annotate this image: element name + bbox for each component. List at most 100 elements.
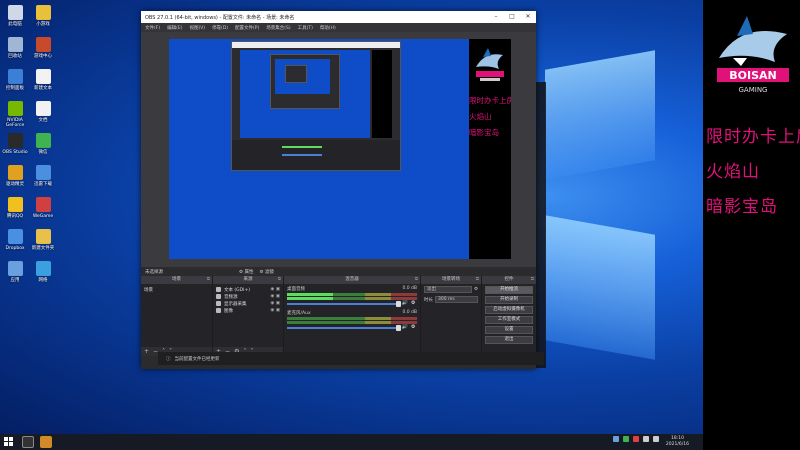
desktop-icon[interactable]: 文档 — [28, 101, 58, 123]
source-item[interactable]: 图像 ◉ ▣ — [216, 307, 280, 314]
desktop-icon[interactable]: 应用 — [0, 261, 30, 283]
pin-icon[interactable]: ⧉ — [278, 276, 281, 284]
menu-item[interactable]: 场景集合(S) — [266, 25, 290, 31]
canvas-text-line: 火焰山 — [469, 112, 492, 121]
promo-line: 暗影宝岛 — [706, 197, 778, 217]
logo-subtext: GAMING — [739, 86, 768, 94]
background-window — [536, 82, 546, 368]
control-button[interactable]: 开始录制 — [485, 296, 533, 304]
visibility-icon[interactable]: ◉ ▣ — [270, 294, 280, 299]
volume-meter — [287, 321, 417, 324]
menu-item[interactable]: 视图(V) — [189, 25, 205, 31]
scenes-title: 场景 — [172, 277, 181, 282]
desktop-icon-label: 迅雷下载 — [34, 182, 52, 187]
tray-icon[interactable] — [633, 436, 639, 442]
desktop-icon[interactable]: Dropbox — [0, 229, 30, 251]
desktop-icon[interactable]: OBS Studio — [0, 133, 30, 155]
text-icon — [216, 287, 221, 292]
app-icon — [35, 165, 51, 180]
start-button[interactable] — [4, 437, 14, 447]
app-icon — [35, 5, 51, 20]
desktop-icon-label: 腾讯QQ — [6, 214, 24, 219]
volume-slider[interactable] — [287, 325, 401, 331]
preview-area[interactable]: 限时办卡上房管 火焰山 暗影宝岛 — [141, 32, 536, 267]
desktop-icon-label: Dropbox — [5, 246, 25, 251]
desktop-icon[interactable]: 网络 — [28, 261, 58, 283]
desktop-icon[interactable]: 新建文件夹 — [28, 229, 58, 251]
visibility-icon[interactable]: ◉ ▣ — [270, 287, 280, 292]
desktop-icon-label: 新建文件夹 — [31, 246, 55, 251]
gear-icon[interactable]: ⚙ — [411, 324, 415, 330]
tray-icon[interactable] — [613, 436, 619, 442]
menu-item[interactable]: 配置文件(P) — [235, 25, 259, 31]
window-titlebar[interactable]: OBS 27.0.1 (64-bit, windows) - 配置文件: 未命名… — [141, 11, 536, 23]
volume-icon[interactable] — [653, 436, 659, 442]
desktop-icon[interactable]: 小游戏 — [28, 5, 58, 27]
sources-title: 来源 — [243, 277, 253, 282]
network-icon[interactable] — [643, 436, 649, 442]
visibility-icon[interactable]: ◉ ▣ — [270, 308, 280, 313]
pin-icon[interactable]: ⧉ — [531, 276, 534, 284]
menu-item[interactable]: 帮助(H) — [320, 25, 336, 31]
gear-icon[interactable]: ⚙ — [411, 300, 415, 306]
app-taskbar-icon[interactable] — [40, 436, 52, 448]
control-button[interactable]: 工作室模式 — [485, 316, 533, 324]
minimize-button[interactable]: – — [488, 11, 504, 23]
preview-canvas[interactable]: 限时办卡上房管 火焰山 暗影宝岛 — [169, 39, 511, 259]
speaker-icon[interactable]: 🔊 — [402, 300, 408, 306]
scene-item[interactable]: 场景 — [144, 286, 209, 293]
desktop-icon-label: 游戏中心 — [34, 54, 52, 59]
desktop-icon[interactable]: 迅雷下载 — [28, 165, 58, 187]
menu-item[interactable]: 工具(T) — [298, 25, 313, 31]
desktop-icon[interactable]: WeGame — [28, 197, 58, 219]
add-icon[interactable]: + — [144, 348, 149, 355]
desktop-icon[interactable]: 腾讯QQ — [0, 197, 30, 219]
duration-input[interactable]: 300 ms — [435, 296, 478, 303]
pin-icon[interactable]: ⧉ — [207, 276, 210, 284]
maximize-button[interactable]: □ — [504, 11, 520, 23]
desktop-icon[interactable]: 此电脑 — [0, 5, 30, 27]
visibility-icon[interactable]: ◉ ▣ — [270, 301, 280, 306]
gear-icon[interactable]: ⚙ — [474, 287, 478, 292]
source-item[interactable]: 显示器采集 ◉ ▣ — [216, 300, 280, 307]
menu-item[interactable]: 文件(F) — [145, 25, 160, 31]
control-button[interactable]: 启动虚拟摄像机 — [485, 306, 533, 314]
desktop-icon[interactable]: NVIDIA GeForce — [0, 101, 30, 128]
desktop-icon-label: OBS Studio — [2, 150, 28, 155]
desktop-icon-label: NVIDIA GeForce — [5, 118, 25, 128]
menu-item[interactable]: 停靠(D) — [212, 25, 228, 31]
desktop-icon[interactable]: 控制面板 — [0, 69, 30, 91]
volume-slider[interactable] — [287, 301, 401, 307]
pin-icon[interactable]: ⧉ — [476, 276, 479, 284]
desktop-icon[interactable]: 微信 — [28, 133, 58, 155]
desktop-icon[interactable]: 回收站 — [0, 37, 30, 59]
desktop-icon[interactable]: 驱动精灵 — [0, 165, 30, 187]
source-item[interactable]: 音频源 ◉ ▣ — [216, 293, 280, 300]
dock-panels: 场景⧉ 场景 +−˄˅ 来源⧉ 文本 (GDI+)◉ ▣音频源◉ ▣显示器采集◉… — [141, 276, 536, 356]
speaker-icon[interactable]: 🔊 — [402, 324, 408, 330]
menu-bar: 文件(F) 编辑(E) 视图(V) 停靠(D) 配置文件(P) 场景集合(S) 工具(T) 帮… — [141, 23, 536, 32]
source-label: 文本 (GDI+) — [224, 287, 250, 293]
channel-name: 麦克风/Aux — [287, 311, 311, 316]
source-item[interactable]: 文本 (GDI+) ◉ ▣ — [216, 286, 280, 293]
desktop-icon[interactable]: 游戏中心 — [28, 37, 58, 59]
transition-select[interactable]: 淡出 — [424, 286, 472, 293]
control-button[interactable]: 设置 — [485, 326, 533, 334]
source-label: 显示器采集 — [224, 301, 247, 307]
tray-icon[interactable] — [623, 436, 629, 442]
control-button[interactable]: 开始推流 — [485, 286, 533, 294]
taskbar: 18:10 2021/6/16 — [0, 434, 703, 450]
app-icon — [35, 37, 51, 52]
control-button[interactable]: 退出 — [485, 336, 533, 344]
mixer-title: 混音器 — [345, 277, 359, 282]
properties-button[interactable]: ⚙ 属性 — [239, 269, 253, 275]
desktop-icon[interactable]: 新建文本 — [28, 69, 58, 91]
clock[interactable]: 18:10 2021/6/16 — [666, 436, 689, 448]
source-label: 图像 — [224, 308, 233, 314]
filters-button[interactable]: ⚙ 滤镜 — [259, 269, 273, 275]
menu-item[interactable]: 编辑(E) — [167, 25, 182, 31]
obs-taskbar-icon[interactable] — [22, 436, 34, 448]
pin-icon[interactable]: ⧉ — [415, 276, 418, 284]
duration-label: 时长 — [424, 297, 433, 303]
close-button[interactable]: ✕ — [520, 11, 536, 23]
